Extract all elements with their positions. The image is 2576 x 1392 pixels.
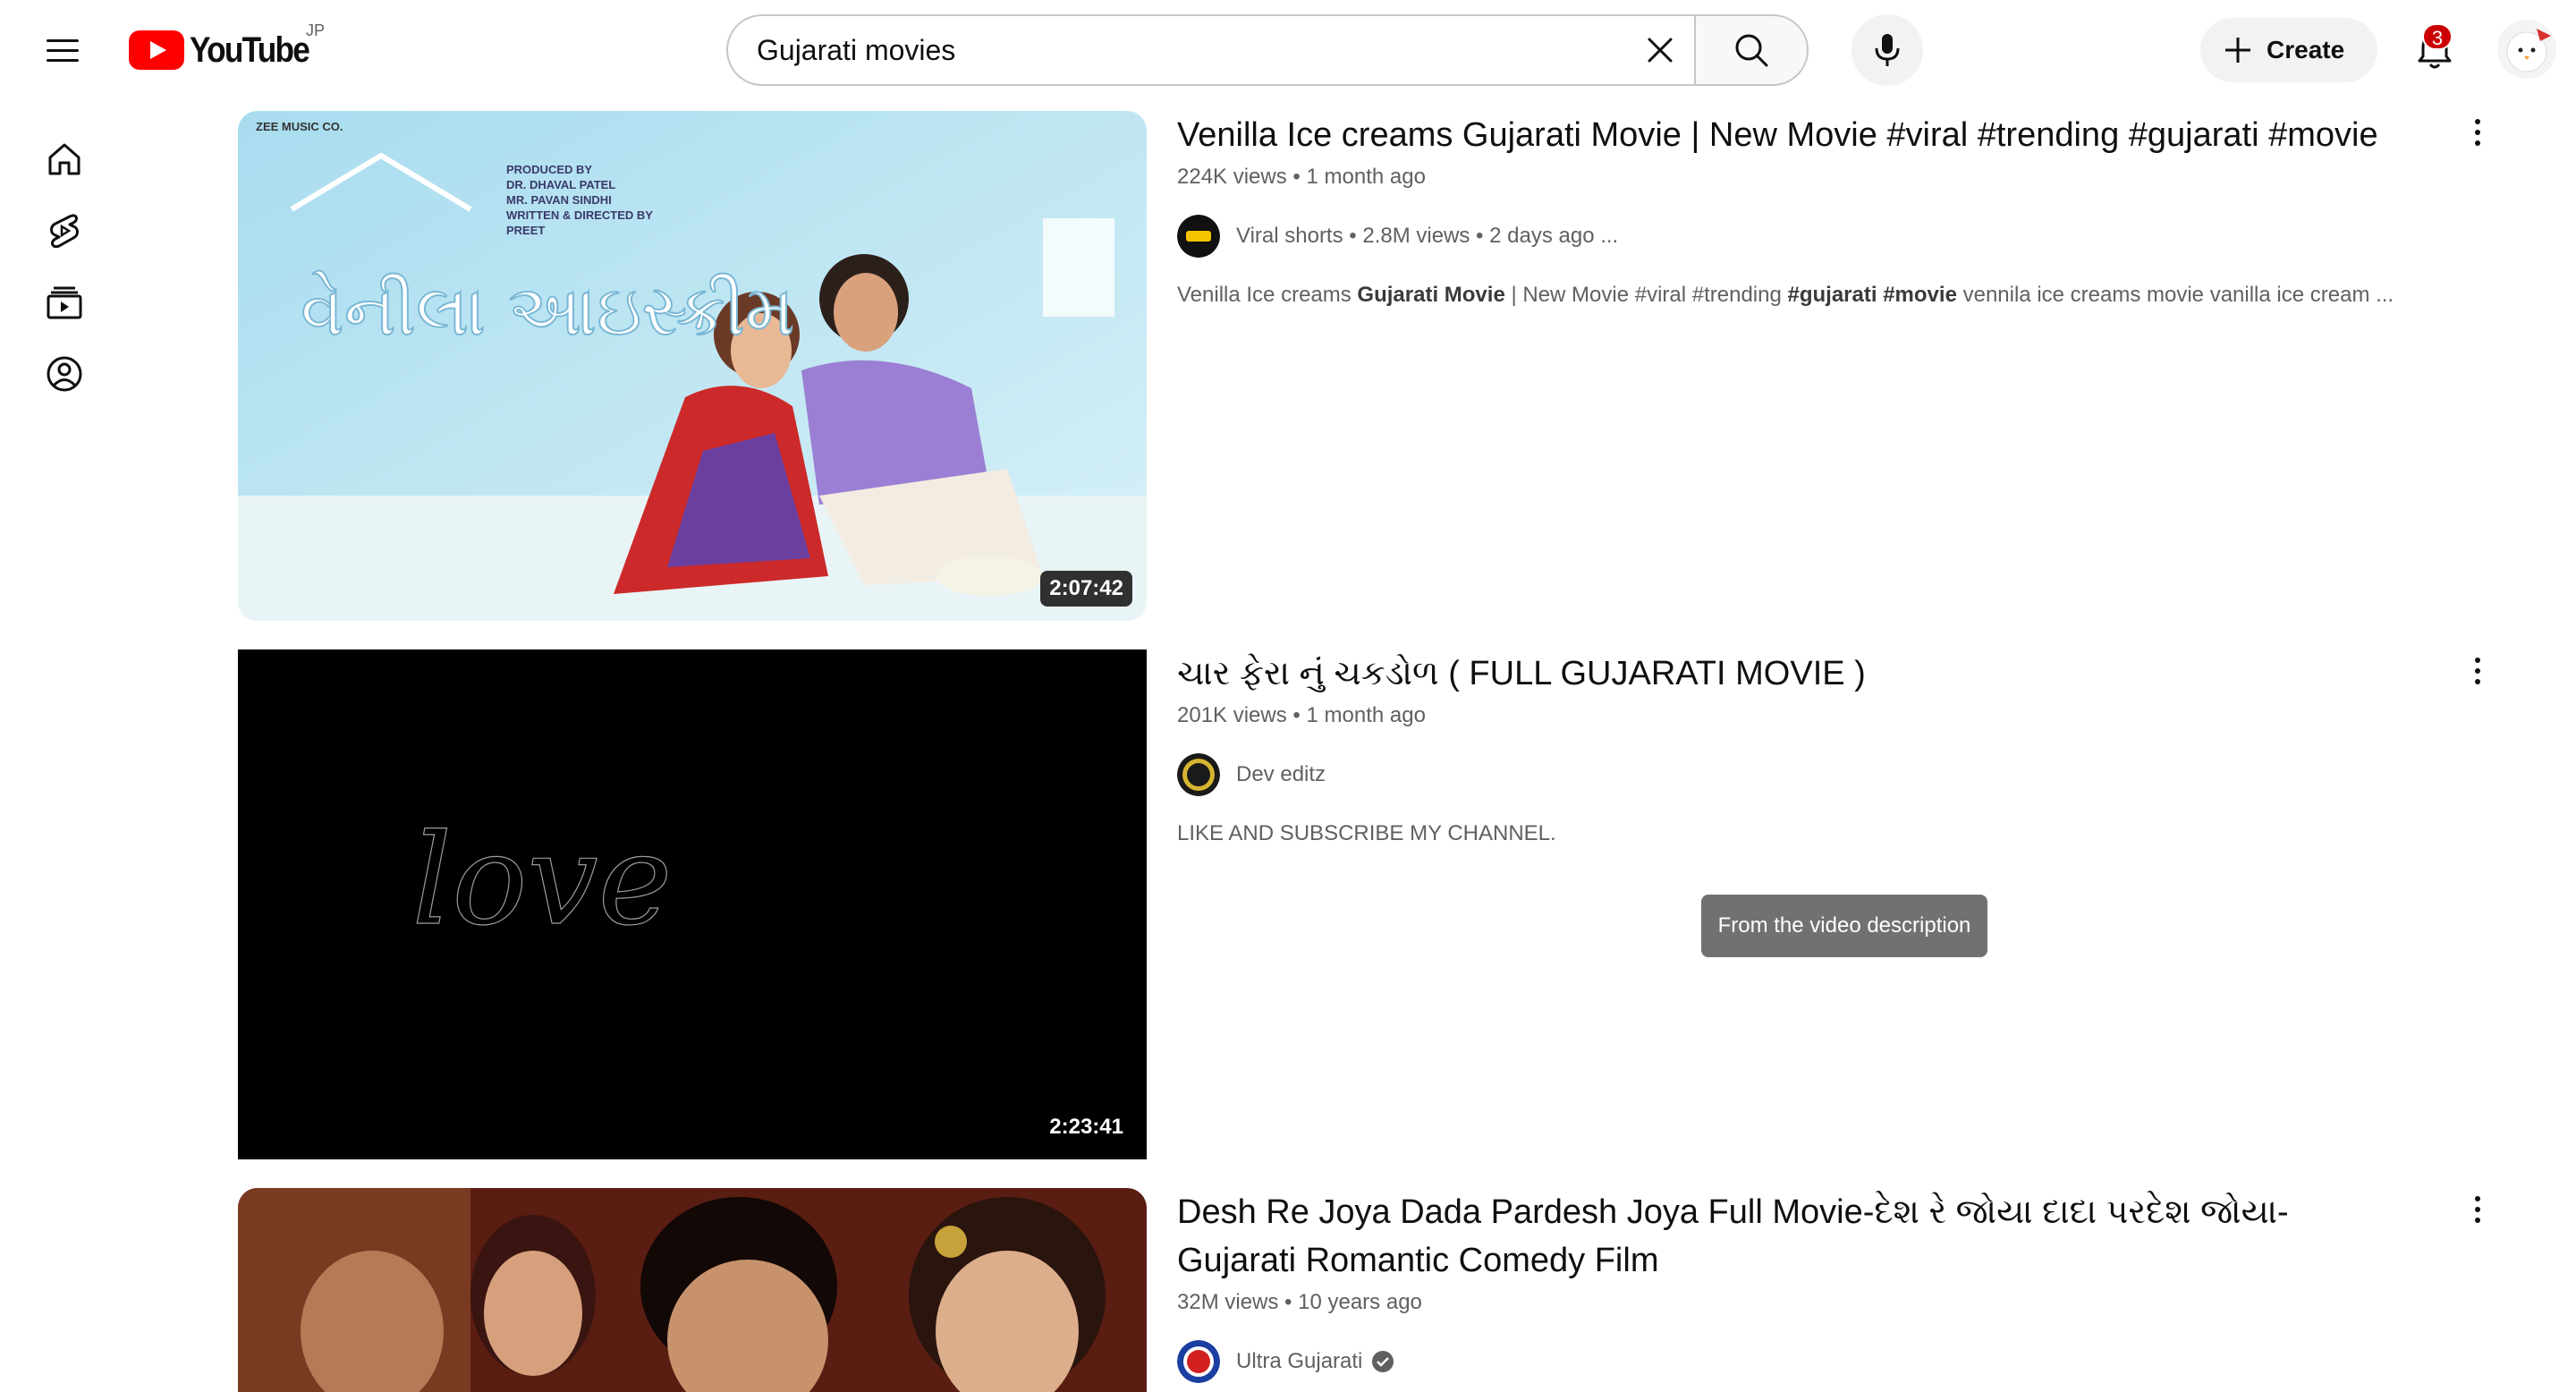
create-label: Create	[2267, 36, 2345, 64]
plus-icon	[2225, 38, 2250, 63]
youtube-logo[interactable]: YouTube	[129, 27, 325, 73]
tooltip: From the video description	[1701, 895, 1987, 957]
video-thumbnail[interactable]: ZEE MUSIC CO. PRODUCED BY DR. DHAVAL PAT…	[238, 111, 1147, 621]
thumb-brand: ZEE MUSIC CO.	[256, 120, 343, 133]
channel-link[interactable]: Viral shorts • 2.8M views • 2 days ago .…	[1177, 215, 2411, 258]
video-duration: 2:23:41	[1040, 1109, 1132, 1145]
video-description: LIKE AND SUBSCRIBE MY CHANNEL.	[1177, 821, 1556, 845]
search-button[interactable]	[1694, 14, 1809, 86]
video-info: ચાર ફેરા નું ચકડોળ ( FULL GUJARATI MOVIE…	[1177, 649, 2411, 846]
view-count: 201K views	[1177, 703, 1287, 727]
video-result: ZEE MUSIC CO. PRODUCED BY DR. DHAVAL PAT…	[238, 111, 2492, 621]
masthead: YouTube JP Create 3	[0, 0, 2576, 100]
video-title[interactable]: ચાર ફેરા નું ચકડોળ ( FULL GUJARATI MOVIE…	[1177, 649, 2411, 698]
video-meta: 224K views • 1 month ago	[1177, 165, 1426, 189]
thumb-love-text: love	[411, 808, 672, 954]
channel-name: Ultra Gujarati	[1236, 1349, 1363, 1373]
video-meta: 201K views • 1 month ago	[1177, 703, 1426, 727]
notification-badge: 3	[2422, 23, 2453, 50]
mic-icon	[1875, 34, 1900, 66]
upload-age: 10 years ago	[1298, 1290, 1422, 1314]
video-info: Venilla Ice creams Gujarati Movie | New …	[1177, 111, 2411, 308]
avatar[interactable]	[2497, 20, 2556, 79]
shorts-icon	[50, 214, 79, 249]
channel-link[interactable]: Dev editz	[1177, 753, 2411, 796]
video-result: Desh Re Joya Dada Pardesh Joya Full Movi…	[238, 1188, 2492, 1392]
video-meta: 32M views • 10 years ago	[1177, 1290, 1422, 1314]
guide-subscriptions[interactable]	[36, 274, 93, 331]
clear-icon[interactable]	[1635, 25, 1685, 75]
verified-icon	[1372, 1351, 1394, 1372]
region-code: JP	[306, 21, 326, 39]
more-actions-icon[interactable]	[2456, 649, 2499, 692]
guide-home[interactable]	[36, 131, 93, 188]
thumb-title-art: વેનીલા આઇસ્ક્રીમ	[301, 271, 794, 352]
guide-shorts[interactable]	[36, 202, 93, 259]
channel-name: Viral shorts • 2.8M views • 2 days ago .…	[1236, 224, 1619, 248]
video-title[interactable]: Venilla Ice creams Gujarati Movie | New …	[1177, 111, 2411, 159]
search-form	[726, 14, 1809, 86]
upload-age: 1 month ago	[1306, 703, 1426, 727]
create-button[interactable]: Create	[2200, 18, 2377, 82]
subscriptions-icon	[47, 286, 82, 319]
search-input[interactable]	[757, 33, 1562, 67]
video-thumbnail[interactable]: love 2:23:41	[238, 649, 1147, 1159]
guide-you[interactable]	[36, 345, 93, 403]
view-count: 224K views	[1177, 165, 1287, 189]
view-count: 32M views	[1177, 1290, 1279, 1314]
voice-search-button[interactable]	[1852, 14, 1923, 86]
more-actions-icon[interactable]	[2456, 1188, 2499, 1231]
channel-avatar	[1177, 1340, 1220, 1383]
video-info: Desh Re Joya Dada Pardesh Joya Full Movi…	[1177, 1188, 2411, 1383]
video-description: Venilla Ice creams Gujarati Movie | New …	[1177, 283, 2394, 307]
video-title[interactable]: Desh Re Joya Dada Pardesh Joya Full Movi…	[1177, 1188, 2411, 1285]
more-actions-icon[interactable]	[2456, 111, 2499, 154]
logo-text: YouTube	[190, 30, 310, 70]
video-duration: 2:07:42	[1040, 571, 1132, 607]
channel-avatar	[1177, 753, 1220, 796]
home-icon	[48, 143, 80, 175]
channel-avatar	[1177, 215, 1220, 258]
channel-name: Dev editz	[1236, 762, 1326, 786]
video-thumbnail[interactable]	[238, 1188, 1147, 1392]
upload-age: 1 month ago	[1306, 165, 1426, 189]
video-result: love 2:23:41 ચાર ફેરા નું ચકડોળ ( FULL G…	[238, 649, 2492, 1159]
youtube-play-icon	[129, 30, 184, 70]
menu-icon[interactable]	[36, 32, 86, 68]
search-icon	[1735, 34, 1768, 67]
channel-link[interactable]: Ultra Gujarati	[1177, 1340, 2411, 1383]
you-icon	[47, 356, 82, 392]
search-box	[726, 14, 1694, 86]
